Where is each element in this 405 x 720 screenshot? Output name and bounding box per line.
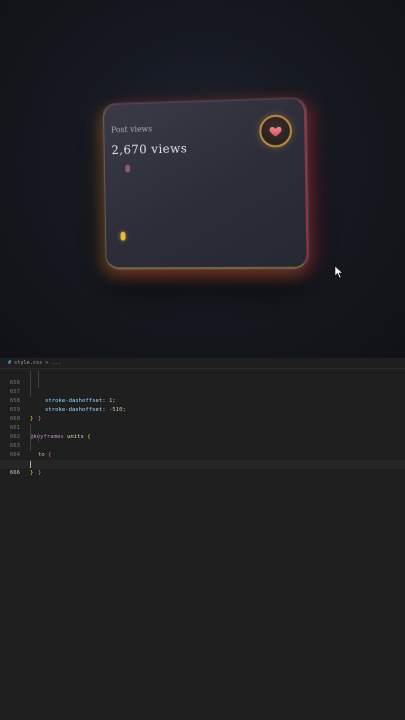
heart-icon (268, 124, 283, 139)
particle-dot (125, 165, 130, 173)
code-line[interactable]: 661 @keyframes units { (0, 415, 405, 424)
breadcrumb-file[interactable]: style.css (14, 358, 42, 368)
code-line[interactable]: 664 } (0, 442, 405, 451)
views-count: 2,670 views (111, 141, 187, 157)
mouse-cursor-icon (334, 265, 344, 279)
code-line[interactable]: 665 } (0, 451, 405, 460)
particle-dot (121, 232, 126, 241)
breadcrumb-separator: > (45, 358, 48, 368)
code-line[interactable]: 662 to { (0, 424, 405, 433)
card-label: Post views (111, 124, 152, 134)
text-caret (30, 461, 31, 468)
code-text: } (38, 469, 41, 478)
breadcrumb-rest[interactable]: ... (51, 358, 60, 368)
code-line[interactable]: 663 transform: translateY(calc(-100% * c… (0, 433, 405, 442)
code-lines[interactable]: 656 stroke-dashoffset: 1; 657 stroke-das… (0, 369, 405, 469)
code-line[interactable]: 658 } (0, 388, 405, 397)
breadcrumb: # style.css > ... (0, 358, 405, 369)
line-number: 666 (0, 469, 20, 478)
post-views-card[interactable]: Post views 2,670 views (102, 97, 310, 271)
preview-pane: Post views 2,670 views (0, 0, 405, 358)
code-line[interactable]: 660 (0, 406, 405, 415)
code-line[interactable]: 657 stroke-dashoffset: -510; (0, 379, 405, 388)
code-editor[interactable]: # style.css > ... 656 stroke-dashoffset:… (0, 358, 405, 720)
css-file-icon: # (8, 358, 11, 368)
code-line[interactable]: 656 stroke-dashoffset: 1; (0, 370, 405, 379)
code-line-current[interactable]: 666 (0, 460, 405, 469)
code-text: } (30, 469, 33, 478)
code-line[interactable]: 659 } (0, 397, 405, 406)
like-button[interactable] (259, 114, 292, 147)
